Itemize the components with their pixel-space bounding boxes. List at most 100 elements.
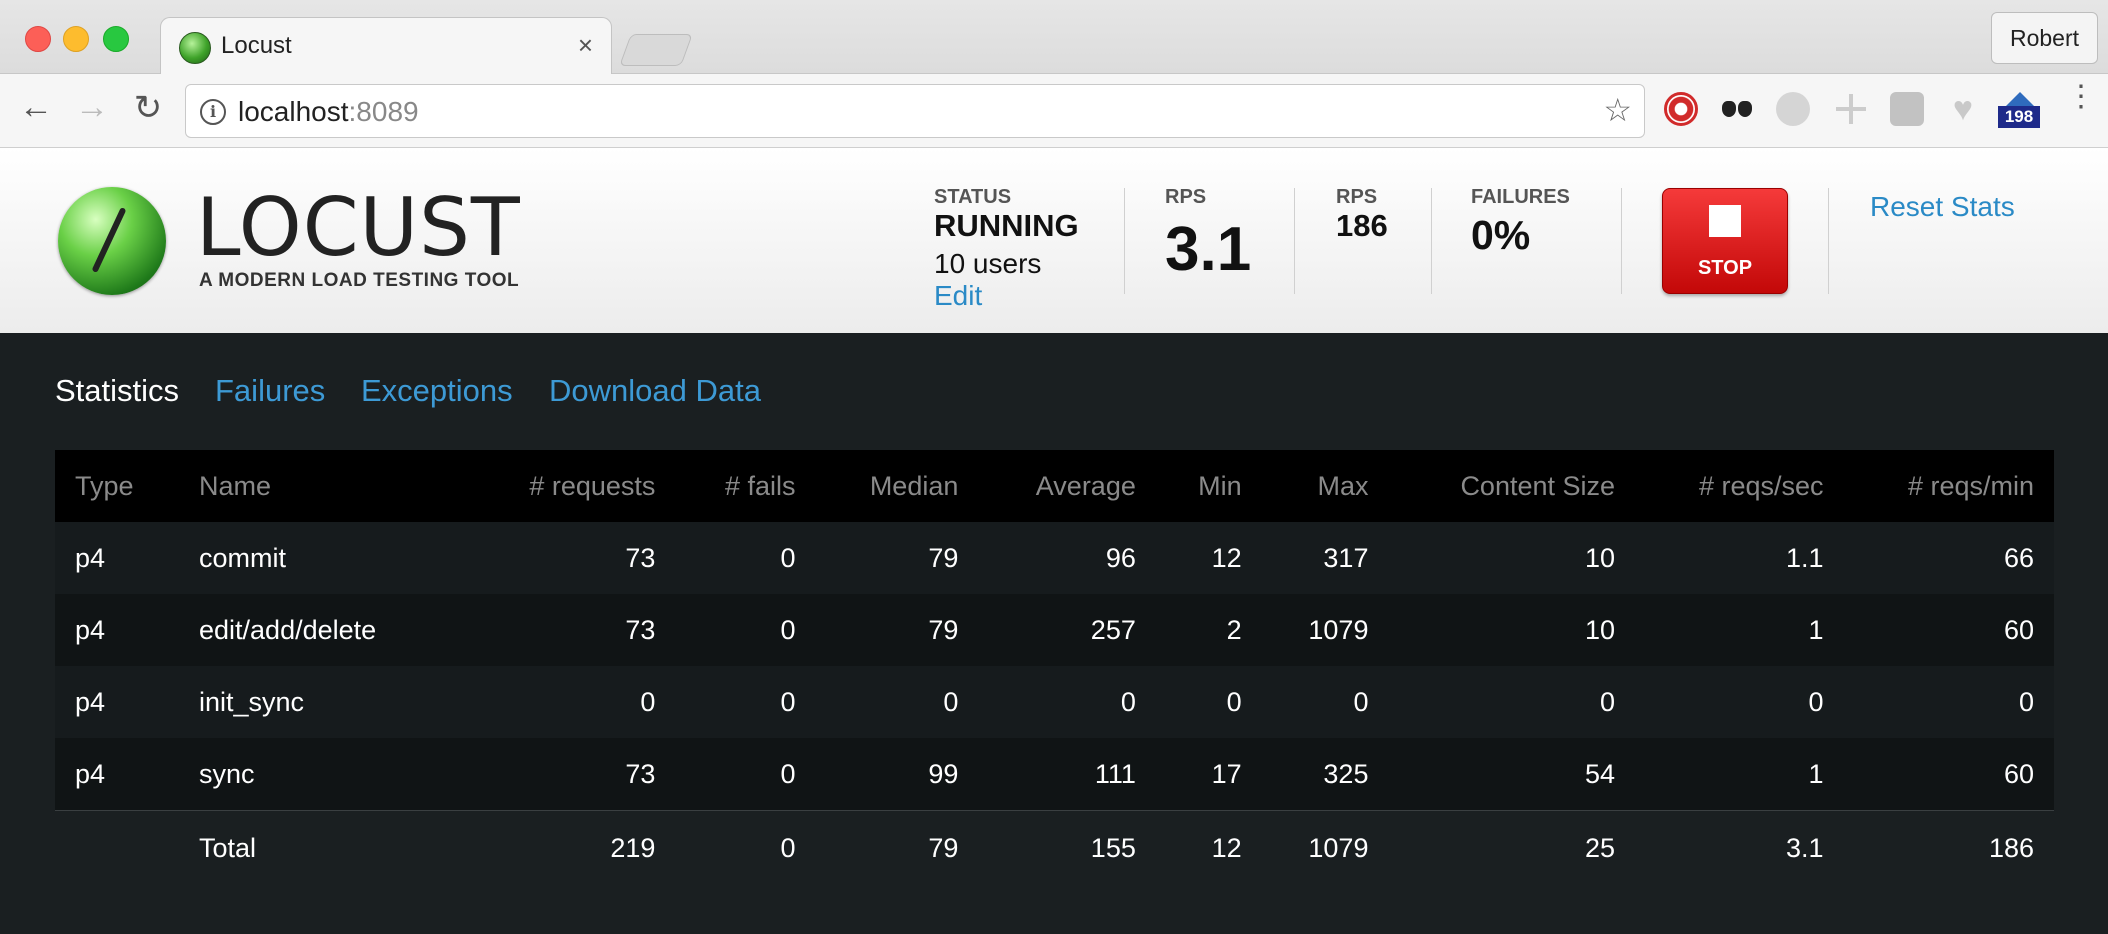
total-requests: 219: [465, 810, 676, 885]
stats-table: Type Name # requests # fails Median Aver…: [55, 450, 2054, 885]
cell-type: p4: [55, 522, 179, 594]
forward-arrow-icon[interactable]: →: [72, 88, 112, 127]
failures-value: 0%: [1471, 212, 1531, 258]
stop-button[interactable]: STOP: [1662, 188, 1788, 294]
cell-content-size: 0: [1388, 666, 1636, 738]
cell-content-size: 54: [1388, 738, 1636, 811]
cell-fails: 0: [675, 594, 816, 666]
rpm-value: 186: [1336, 208, 1388, 243]
column-header-median[interactable]: Median: [815, 450, 979, 522]
column-header-average[interactable]: Average: [978, 450, 1156, 522]
ghostery-icon[interactable]: [1720, 92, 1754, 126]
back-arrow-icon[interactable]: ←: [16, 88, 56, 127]
rps-label: RPS: [1165, 186, 1207, 208]
cell-type: p4: [55, 738, 179, 811]
total-median: 79: [815, 810, 979, 885]
stop-square-icon: [1709, 205, 1741, 237]
main-content: Statistics Failures Exceptions Download …: [0, 333, 2108, 934]
cell-max: 325: [1261, 738, 1389, 811]
locust-header: LOCUST A MODERN LOAD TESTING TOOL STATUS…: [0, 148, 2108, 333]
cell-requests: 73: [465, 738, 676, 811]
minimize-window-button[interactable]: [63, 26, 89, 52]
column-header-min[interactable]: Min: [1155, 450, 1262, 522]
tab-exceptions[interactable]: Exceptions: [361, 373, 513, 409]
edit-users-link[interactable]: Edit: [934, 280, 982, 312]
sparkle-icon[interactable]: [1834, 92, 1868, 126]
column-header-reqs-sec[interactable]: # reqs/sec: [1635, 450, 1844, 522]
browser-menu-icon[interactable]: ⋮: [2066, 82, 2096, 112]
url-port: :8089: [348, 96, 419, 127]
cell-reqs-min: 60: [1843, 594, 2054, 666]
cell-average: 0: [978, 666, 1156, 738]
cell-name: init_sync: [179, 666, 465, 738]
browser-tab-locust[interactable]: Locust ×: [160, 17, 612, 75]
reset-stats-link[interactable]: Reset Stats: [1870, 191, 2015, 223]
divider: [1828, 188, 1829, 294]
table-row: p4 edit/add/delete 73 0 79 257 2 1079 10…: [55, 594, 2054, 666]
tab-title: Locust: [221, 32, 292, 59]
total-content-size: 25: [1388, 810, 1636, 885]
tab-statistics[interactable]: Statistics: [55, 373, 179, 409]
cell-median: 79: [815, 522, 979, 594]
cell-min: 2: [1155, 594, 1262, 666]
column-header-content-size[interactable]: Content Size: [1388, 450, 1636, 522]
divider: [1124, 188, 1125, 294]
cell-reqs-sec: 0: [1635, 666, 1844, 738]
total-min: 12: [1155, 810, 1262, 885]
heart-icon[interactable]: ♥: [1946, 92, 1980, 126]
cell-median: 99: [815, 738, 979, 811]
cell-max: 317: [1261, 522, 1389, 594]
tab-download-data[interactable]: Download Data: [549, 373, 761, 409]
column-header-fails[interactable]: # fails: [675, 450, 816, 522]
stop-label: STOP: [1697, 257, 1753, 279]
cell-fails: 0: [675, 522, 816, 594]
address-bar[interactable]: i localhost:8089 ☆: [185, 84, 1645, 138]
total-max: 1079: [1261, 810, 1389, 885]
column-header-type[interactable]: Type: [55, 450, 179, 522]
failures-label: FAILURES: [1471, 186, 1570, 208]
total-type: [55, 810, 179, 885]
column-header-name[interactable]: Name: [179, 450, 465, 522]
shield-icon[interactable]: [1890, 92, 1924, 126]
locust-favicon-icon: [179, 32, 211, 64]
table-row: p4 init_sync 0 0 0 0 0 0 0 0 0: [55, 666, 2054, 738]
cell-median: 79: [815, 594, 979, 666]
reload-icon[interactable]: ↻: [128, 88, 168, 128]
cell-reqs-min: 60: [1843, 738, 2054, 811]
cell-max: 0: [1261, 666, 1389, 738]
status-value: RUNNING: [934, 208, 1079, 243]
bookmark-star-icon[interactable]: ☆: [1603, 91, 1632, 129]
divider: [1294, 188, 1295, 294]
stopwatch-icon[interactable]: [1664, 92, 1698, 126]
total-row: Total 219 0 79 155 12 1079 25 3.1 186: [55, 810, 2054, 885]
column-header-max[interactable]: Max: [1261, 450, 1389, 522]
table-header-row: Type Name # requests # fails Median Aver…: [55, 450, 2054, 522]
column-header-requests[interactable]: # requests: [465, 450, 676, 522]
url-host: localhost: [238, 96, 349, 127]
globe-icon[interactable]: [1776, 92, 1810, 126]
cell-reqs-min: 0: [1843, 666, 2054, 738]
column-header-reqs-min[interactable]: # reqs/min: [1843, 450, 2054, 522]
cell-name: commit: [179, 522, 465, 594]
logo-text: LOCUST: [196, 181, 521, 274]
cell-fails: 0: [675, 666, 816, 738]
total-fails: 0: [675, 810, 816, 885]
home-icon[interactable]: 198: [1998, 92, 2042, 128]
cell-requests: 73: [465, 594, 676, 666]
tab-close-icon[interactable]: ×: [578, 30, 593, 61]
cell-median: 0: [815, 666, 979, 738]
site-info-icon[interactable]: i: [200, 99, 226, 125]
zoom-window-button[interactable]: [103, 26, 129, 52]
home-roof-icon: [2006, 92, 2034, 106]
cell-reqs-min: 66: [1843, 522, 2054, 594]
url-text: localhost:8089: [238, 96, 419, 128]
profile-button[interactable]: Robert: [1990, 12, 2098, 64]
new-tab-button[interactable]: [619, 34, 693, 66]
cell-type: p4: [55, 594, 179, 666]
cell-reqs-sec: 1.1: [1635, 522, 1844, 594]
close-window-button[interactable]: [25, 26, 51, 52]
cell-content-size: 10: [1388, 522, 1636, 594]
cell-type: p4: [55, 666, 179, 738]
total-reqs-min: 186: [1843, 810, 2054, 885]
tab-failures[interactable]: Failures: [215, 373, 325, 409]
